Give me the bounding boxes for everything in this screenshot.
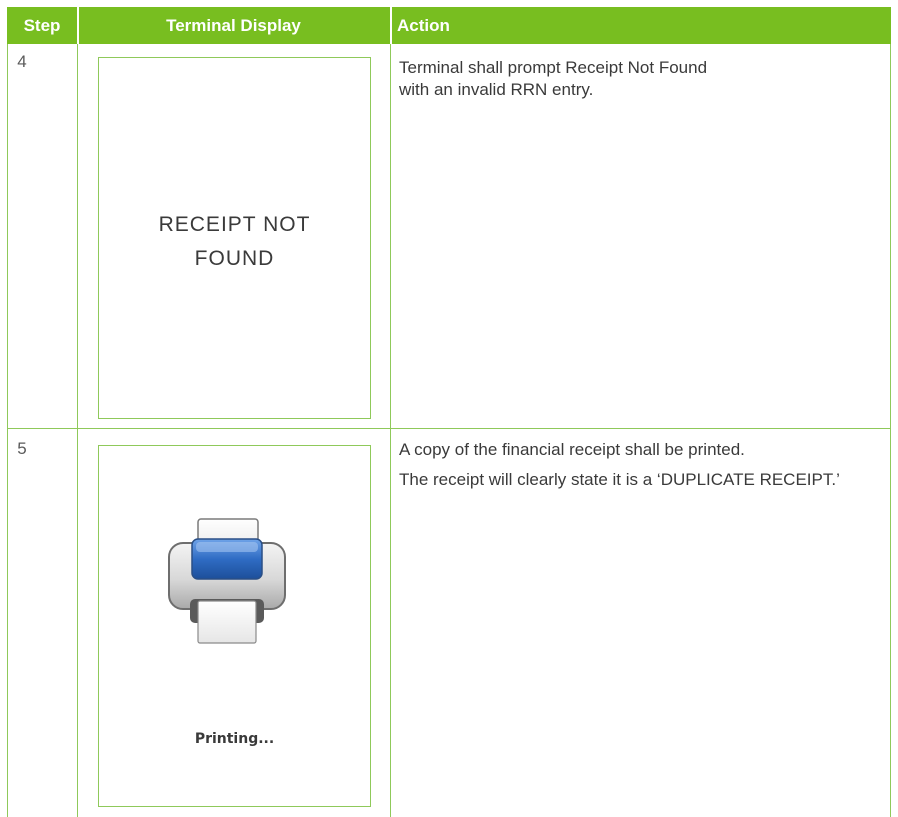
grid-line — [390, 44, 391, 817]
step-number: 4 — [17, 52, 27, 71]
header-action: Action — [397, 16, 450, 35]
printer-icon — [168, 518, 286, 644]
step-number: 5 — [17, 439, 27, 458]
row-divider — [7, 428, 891, 429]
screen-message-line: FOUND — [194, 247, 275, 270]
action-line: Terminal shall prompt Receipt Not Found — [399, 58, 708, 77]
grid-line — [7, 44, 8, 817]
action-paragraph: A copy of the financial receipt shall be… — [399, 440, 745, 459]
action-description: Terminal shall prompt Receipt Not Found … — [399, 57, 887, 101]
terminal-screen: Printing... — [98, 445, 371, 807]
header-step: Step — [23, 16, 61, 35]
screen-message-line: RECEIPT NOT — [158, 213, 311, 236]
header-divider — [390, 7, 392, 44]
terminal-screen: RECEIPT NOT FOUND — [98, 57, 371, 419]
action-paragraph: The receipt will clearly state it is a ‘… — [399, 470, 840, 489]
grid-line — [77, 44, 78, 817]
printing-status-label: Printing... — [194, 731, 275, 747]
action-description: A copy of the financial receipt shall be… — [399, 439, 887, 499]
grid-line — [890, 44, 891, 817]
table-header-row: Step Terminal Display Action — [7, 7, 891, 44]
action-line: with an invalid RRN entry. — [399, 80, 594, 99]
header-terminal-display: Terminal Display — [166, 16, 301, 35]
step-table: Step Terminal Display Action 4 RECEIPT N… — [7, 7, 891, 817]
